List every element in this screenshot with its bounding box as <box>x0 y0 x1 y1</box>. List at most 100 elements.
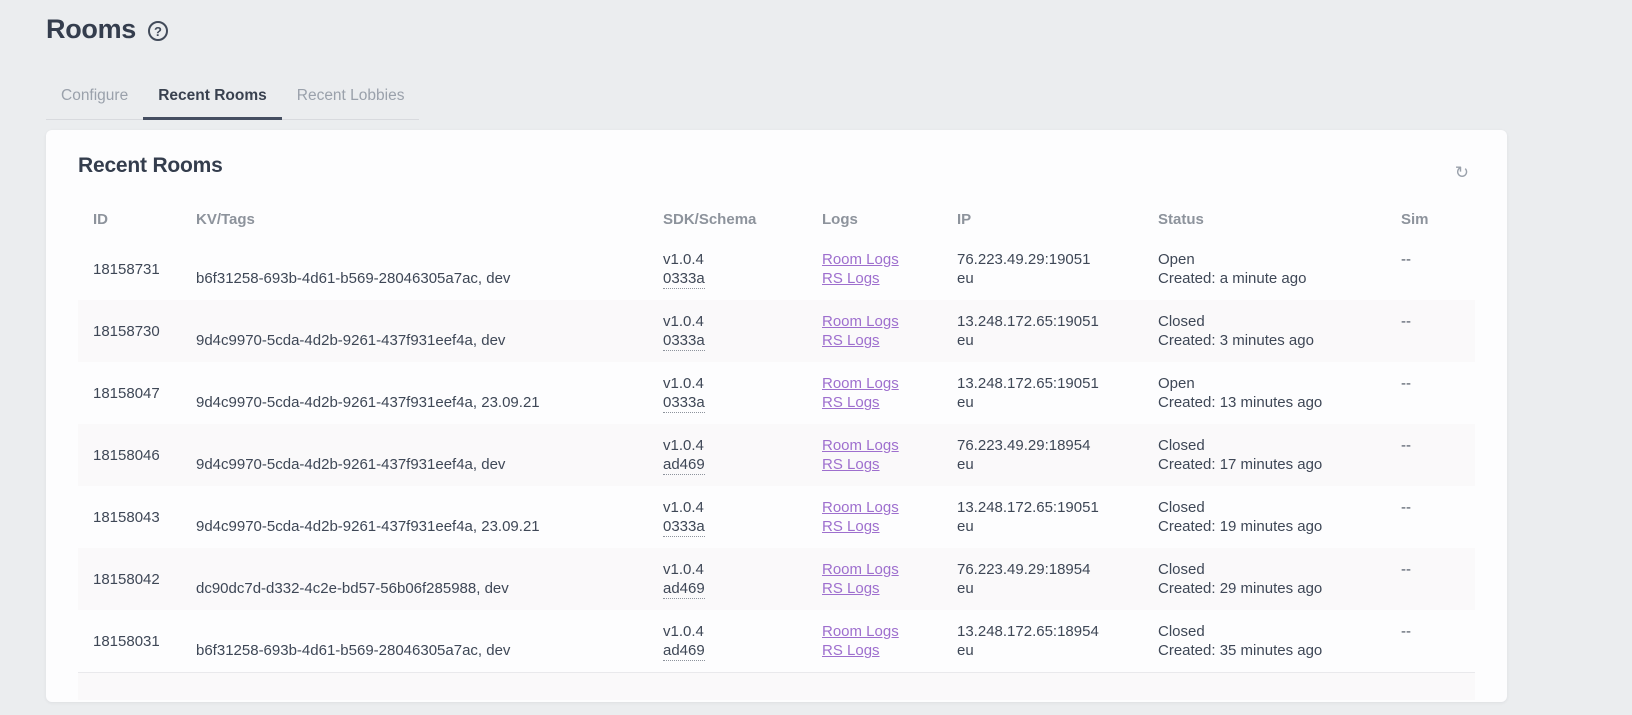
page-header: Rooms ? <box>0 0 1632 45</box>
sdk-schema-cell: v1.0.4 ad469 <box>663 424 822 486</box>
rs-logs-link[interactable]: RS Logs <box>822 393 880 412</box>
schema-hash-link[interactable]: 0333a <box>663 517 705 537</box>
room-logs-link[interactable]: Room Logs <box>822 436 899 455</box>
sim-cell: -- <box>1401 300 1475 362</box>
sim-cell: -- <box>1401 424 1475 486</box>
sim-value: -- <box>1401 560 1475 579</box>
status-text: Open <box>1158 374 1401 393</box>
table-row: 18158047 9d4c9970-5cda-4d2b-9261-437f931… <box>78 362 1475 424</box>
column-header-ip: IP <box>957 211 1158 228</box>
room-id-cell: 18158042 <box>78 548 196 610</box>
status-cell: Closed Created: 35 minutes ago <box>1158 610 1401 672</box>
room-id-cell: 18158031 <box>78 610 196 672</box>
rs-logs-link[interactable]: RS Logs <box>822 269 880 288</box>
ip-cell: 13.248.172.65:19051 eu <box>957 486 1158 548</box>
tab-recent-rooms[interactable]: Recent Rooms <box>143 77 282 120</box>
rs-logs-link[interactable]: RS Logs <box>822 641 880 660</box>
region: eu <box>957 517 1158 536</box>
room-id: 18158731 <box>93 260 196 279</box>
sim-cell: -- <box>1401 486 1475 548</box>
sdk-schema-cell: v1.0.4 0333a <box>663 300 822 362</box>
table-row-partial <box>78 672 1475 700</box>
logs-cell: Room Logs RS Logs <box>822 238 957 300</box>
kv-tags: 9d4c9970-5cda-4d2b-9261-437f931eef4a, 23… <box>196 517 663 536</box>
sim-cell: -- <box>1401 362 1475 424</box>
region: eu <box>957 579 1158 598</box>
schema-hash-link[interactable]: ad469 <box>663 579 705 599</box>
rs-logs-link[interactable]: RS Logs <box>822 579 880 598</box>
ip-cell: 76.223.49.29:19051 eu <box>957 238 1158 300</box>
kv-tags: dc90dc7d-d332-4c2e-bd57-56b06f285988, de… <box>196 579 663 598</box>
ip-cell: 13.248.172.65:19051 eu <box>957 300 1158 362</box>
region: eu <box>957 393 1158 412</box>
kv-tags-cell: 9d4c9970-5cda-4d2b-9261-437f931eef4a, 23… <box>196 486 663 548</box>
sim-cell: -- <box>1401 238 1475 300</box>
room-logs-link[interactable]: Room Logs <box>822 560 899 579</box>
room-id: 18158031 <box>93 632 196 651</box>
status-cell: Closed Created: 17 minutes ago <box>1158 424 1401 486</box>
tab-configure[interactable]: Configure <box>46 77 143 120</box>
logs-cell: Room Logs RS Logs <box>822 362 957 424</box>
column-header-sim: Sim <box>1401 211 1475 228</box>
status-cell: Open Created: 13 minutes ago <box>1158 362 1401 424</box>
kv-tags-cell: dc90dc7d-d332-4c2e-bd57-56b06f285988, de… <box>196 548 663 610</box>
sdk-schema-cell: v1.0.4 0333a <box>663 486 822 548</box>
room-id-cell: 18158730 <box>78 300 196 362</box>
created-text: Created: 3 minutes ago <box>1158 331 1401 350</box>
tab-recent-lobbies[interactable]: Recent Lobbies <box>282 77 420 120</box>
kv-tags: 9d4c9970-5cda-4d2b-9261-437f931eef4a, de… <box>196 331 663 350</box>
recent-rooms-table: ID KV/Tags SDK/Schema Logs IP Status Sim… <box>78 203 1475 700</box>
logs-cell: Room Logs RS Logs <box>822 424 957 486</box>
column-header-status: Status <box>1158 211 1401 228</box>
created-text: Created: a minute ago <box>1158 269 1401 288</box>
room-id: 18158730 <box>93 322 196 341</box>
ip-address: 13.248.172.65:19051 <box>957 374 1158 393</box>
rs-logs-link[interactable]: RS Logs <box>822 455 880 474</box>
kv-tags-cell: b6f31258-693b-4d61-b569-28046305a7ac, de… <box>196 238 663 300</box>
column-header-logs: Logs <box>822 211 957 228</box>
sdk-version: v1.0.4 <box>663 374 822 393</box>
ip-cell: 76.223.49.29:18954 eu <box>957 548 1158 610</box>
ip-cell: 76.223.49.29:18954 eu <box>957 424 1158 486</box>
room-logs-link[interactable]: Room Logs <box>822 374 899 393</box>
schema-hash-link[interactable]: 0333a <box>663 269 705 289</box>
sdk-version: v1.0.4 <box>663 560 822 579</box>
sdk-version: v1.0.4 <box>663 250 822 269</box>
table-header-row: ID KV/Tags SDK/Schema Logs IP Status Sim <box>78 203 1475 238</box>
table-row: 18158046 9d4c9970-5cda-4d2b-9261-437f931… <box>78 424 1475 486</box>
refresh-icon[interactable]: ↻ <box>1449 160 1475 185</box>
kv-tags-cell: 9d4c9970-5cda-4d2b-9261-437f931eef4a, 23… <box>196 362 663 424</box>
schema-hash-link[interactable]: ad469 <box>663 455 705 475</box>
schema-hash-link[interactable]: 0333a <box>663 331 705 351</box>
ip-address: 13.248.172.65:19051 <box>957 498 1158 517</box>
rs-logs-link[interactable]: RS Logs <box>822 517 880 536</box>
sdk-schema-cell: v1.0.4 0333a <box>663 362 822 424</box>
status-cell: Closed Created: 19 minutes ago <box>1158 486 1401 548</box>
table-body: 18158731 b6f31258-693b-4d61-b569-2804630… <box>78 238 1475 672</box>
kv-tags-cell: 9d4c9970-5cda-4d2b-9261-437f931eef4a, de… <box>196 424 663 486</box>
room-logs-link[interactable]: Room Logs <box>822 312 899 331</box>
sdk-schema-cell: v1.0.4 0333a <box>663 238 822 300</box>
logs-cell: Room Logs RS Logs <box>822 610 957 672</box>
ip-cell: 13.248.172.65:19051 eu <box>957 362 1158 424</box>
room-logs-link[interactable]: Room Logs <box>822 622 899 641</box>
status-cell: Closed Created: 29 minutes ago <box>1158 548 1401 610</box>
help-icon[interactable]: ? <box>148 21 168 41</box>
tab-bar: Configure Recent Rooms Recent Lobbies <box>46 77 419 120</box>
schema-hash-link[interactable]: ad469 <box>663 641 705 661</box>
room-logs-link[interactable]: Room Logs <box>822 250 899 269</box>
schema-hash-link[interactable]: 0333a <box>663 393 705 413</box>
sim-cell: -- <box>1401 548 1475 610</box>
sdk-schema-cell: v1.0.4 ad469 <box>663 610 822 672</box>
room-id: 18158043 <box>93 508 196 527</box>
sdk-version: v1.0.4 <box>663 498 822 517</box>
sdk-version: v1.0.4 <box>663 622 822 641</box>
column-header-sdk: SDK/Schema <box>663 211 822 228</box>
page-title: Rooms <box>46 14 136 45</box>
table-row: 18158043 9d4c9970-5cda-4d2b-9261-437f931… <box>78 486 1475 548</box>
recent-rooms-card: Recent Rooms ↻ ID KV/Tags SDK/Schema Log… <box>46 130 1507 702</box>
rs-logs-link[interactable]: RS Logs <box>822 331 880 350</box>
ip-address: 76.223.49.29:18954 <box>957 436 1158 455</box>
room-logs-link[interactable]: Room Logs <box>822 498 899 517</box>
sdk-version: v1.0.4 <box>663 312 822 331</box>
